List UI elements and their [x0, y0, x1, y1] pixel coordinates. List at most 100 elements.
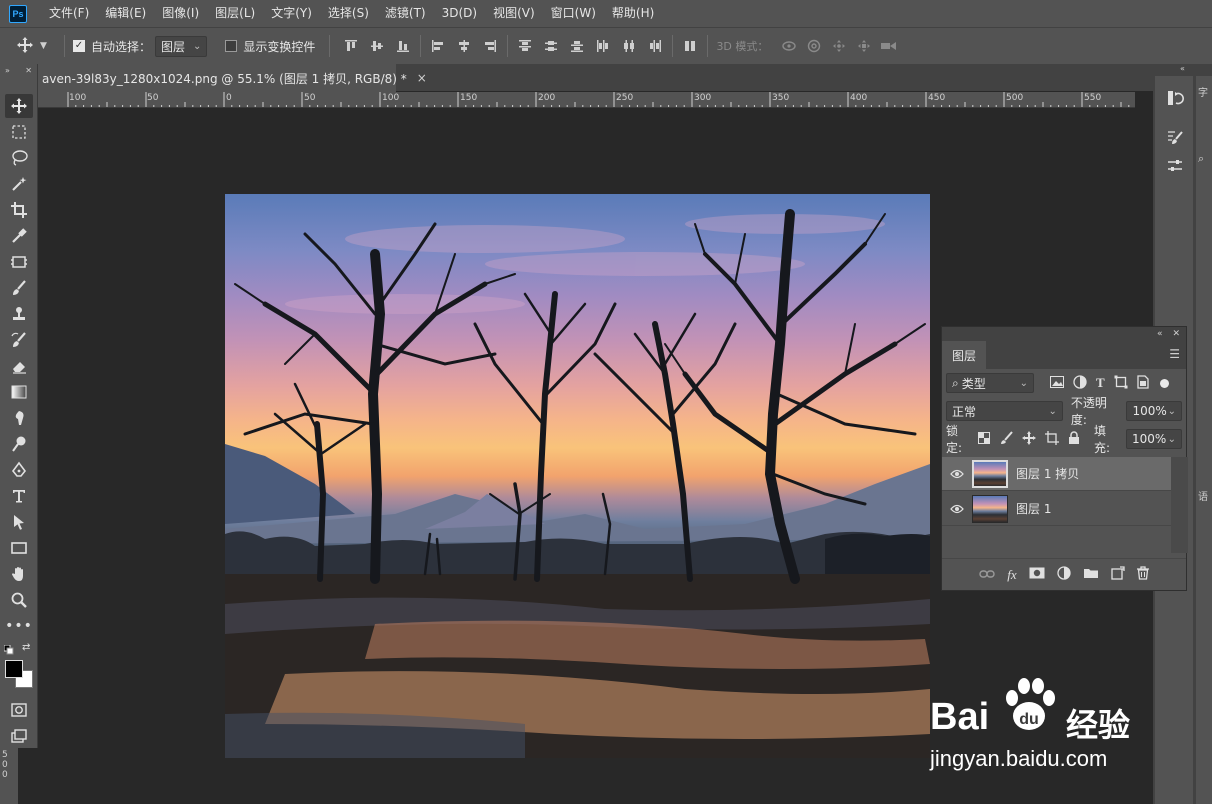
show-transform-checkbox[interactable]: [225, 40, 238, 52]
quick-mask-button[interactable]: [5, 698, 33, 722]
align-left-edges-icon[interactable]: [425, 39, 451, 53]
type-tool[interactable]: [5, 484, 33, 508]
smudge-tool[interactable]: [5, 406, 33, 430]
dodge-tool[interactable]: [5, 432, 33, 456]
eyedropper-tool[interactable]: [5, 224, 33, 248]
layer-row[interactable]: 图层 1 拷贝: [942, 457, 1171, 491]
auto-align-layers-icon[interactable]: [677, 39, 703, 53]
lock-position-icon[interactable]: [1022, 430, 1037, 448]
tool-preset-picker[interactable]: ▼: [16, 36, 56, 57]
blend-mode-dropdown[interactable]: 正常 ⌄: [946, 401, 1063, 421]
color-swatches[interactable]: ⇄: [3, 642, 36, 694]
menu-filter[interactable]: 滤镜(T): [377, 0, 434, 27]
new-group-icon[interactable]: [1083, 567, 1099, 582]
brush-tool[interactable]: [5, 276, 33, 300]
add-mask-icon[interactable]: [1029, 567, 1045, 582]
layer-filter-dropdown[interactable]: ⌕ 类型 ⌄: [946, 373, 1034, 393]
layer-name[interactable]: 图层 1: [1016, 500, 1051, 517]
stamp-tool[interactable]: [5, 302, 33, 326]
eraser-tool[interactable]: [5, 354, 33, 378]
distribute-left-icon[interactable]: [590, 39, 616, 53]
crop-tool[interactable]: [5, 198, 33, 222]
shape-layer-filter-icon[interactable]: [1114, 375, 1128, 392]
align-horizontal-centers-icon[interactable]: [451, 39, 477, 53]
type-layer-filter-icon[interactable]: T: [1096, 375, 1105, 391]
document-tab[interactable]: aven-39l83y_1280x1024.png @ 55.1% (图层 1 …: [38, 64, 427, 92]
fx-icon[interactable]: fx: [1007, 567, 1016, 583]
align-top-edges-icon[interactable]: [338, 39, 364, 53]
frame-tool[interactable]: [5, 250, 33, 274]
close-icon[interactable]: ✕: [1172, 329, 1180, 339]
move-tool[interactable]: [5, 94, 33, 118]
collapse-icon[interactable]: «: [1153, 64, 1212, 76]
opacity-field[interactable]: 100% ⌄: [1126, 401, 1182, 421]
3d-slide-icon[interactable]: [851, 39, 876, 53]
pen-tool[interactable]: [5, 458, 33, 482]
smart-object-filter-icon[interactable]: [1137, 374, 1149, 392]
menu-select[interactable]: 选择(S): [320, 0, 377, 27]
3d-roll-icon[interactable]: [801, 39, 826, 53]
gradient-tool[interactable]: [5, 380, 33, 404]
history-brush-tool[interactable]: [5, 328, 33, 352]
vertical-ruler[interactable]: 5 0 0: [0, 748, 18, 804]
collapse-icon[interactable]: »: [5, 66, 10, 75]
distribute-vertical-centers-icon[interactable]: [538, 39, 564, 53]
auto-select-target-dropdown[interactable]: 图层 ⌄: [155, 35, 208, 57]
marquee-tool[interactable]: [5, 120, 33, 144]
3d-drag-icon[interactable]: [826, 39, 851, 53]
lock-all-icon[interactable]: [1068, 430, 1080, 448]
layers-scrollbar[interactable]: [1171, 457, 1188, 553]
collapse-icon[interactable]: «: [1157, 329, 1163, 339]
adjustment-layer-filter-icon[interactable]: [1073, 374, 1087, 392]
lock-artboard-icon[interactable]: [1045, 430, 1060, 448]
document-image[interactable]: [225, 194, 930, 758]
path-selection-tool[interactable]: [5, 510, 33, 534]
menu-layer[interactable]: 图层(L): [207, 0, 263, 27]
menu-file[interactable]: 文件(F): [41, 0, 97, 27]
lock-transparent-pixels-icon[interactable]: [978, 431, 991, 447]
history-panel-icon[interactable]: [1165, 88, 1185, 108]
pixel-layer-filter-icon[interactable]: [1050, 375, 1064, 391]
distribute-horizontal-centers-icon[interactable]: [616, 39, 642, 53]
layer-row[interactable]: 图层 1: [942, 492, 1171, 526]
panel-menu-icon[interactable]: ☰: [1169, 347, 1180, 361]
menu-window[interactable]: 窗口(W): [543, 0, 604, 27]
align-vertical-centers-icon[interactable]: [364, 39, 390, 53]
properties-panel-icon[interactable]: [1165, 156, 1185, 176]
menu-help[interactable]: 帮助(H): [604, 0, 662, 27]
new-layer-icon[interactable]: [1111, 566, 1125, 583]
zoom-tool[interactable]: [5, 588, 33, 612]
menu-3d[interactable]: 3D(D): [434, 0, 485, 27]
eye-icon[interactable]: [942, 469, 972, 479]
new-adjustment-layer-icon[interactable]: [1057, 566, 1071, 583]
close-icon[interactable]: ×: [417, 71, 427, 85]
menu-view[interactable]: 视图(V): [485, 0, 543, 27]
distribute-top-icon[interactable]: [512, 39, 538, 53]
align-right-edges-icon[interactable]: [477, 39, 503, 53]
close-icon[interactable]: ✕: [25, 66, 32, 75]
fill-field[interactable]: 100% ⌄: [1126, 429, 1182, 449]
magic-wand-tool[interactable]: [5, 172, 33, 196]
filter-toggle-icon[interactable]: [1159, 378, 1169, 388]
distribute-bottom-icon[interactable]: [564, 39, 590, 53]
auto-select-checkbox[interactable]: ✓: [73, 40, 85, 52]
link-layers-icon[interactable]: [979, 568, 995, 582]
hand-tool[interactable]: [5, 562, 33, 586]
trash-icon[interactable]: [1136, 566, 1149, 583]
eye-icon[interactable]: [942, 504, 972, 514]
lasso-tool[interactable]: [5, 146, 33, 170]
menu-edit[interactable]: 编辑(E): [97, 0, 154, 27]
more-tools[interactable]: •••: [5, 614, 33, 638]
distribute-right-icon[interactable]: [642, 39, 668, 53]
foreground-color[interactable]: [5, 660, 23, 678]
swap-colors-icon[interactable]: ⇄: [22, 642, 30, 653]
horizontal-ruler[interactable]: 100 50 0 50 100 150 200 250 300 350 400 …: [38, 92, 1135, 108]
rectangle-tool[interactable]: [5, 536, 33, 560]
default-colors-icon[interactable]: [3, 644, 14, 658]
align-bottom-edges-icon[interactable]: [390, 39, 416, 53]
menu-type[interactable]: 文字(Y): [263, 0, 320, 27]
brush-settings-panel-icon[interactable]: [1165, 128, 1185, 148]
search-icon[interactable]: ⌕: [1198, 152, 1204, 166]
tab-layers[interactable]: 图层: [942, 341, 987, 369]
3d-rotate-icon[interactable]: [776, 39, 801, 53]
